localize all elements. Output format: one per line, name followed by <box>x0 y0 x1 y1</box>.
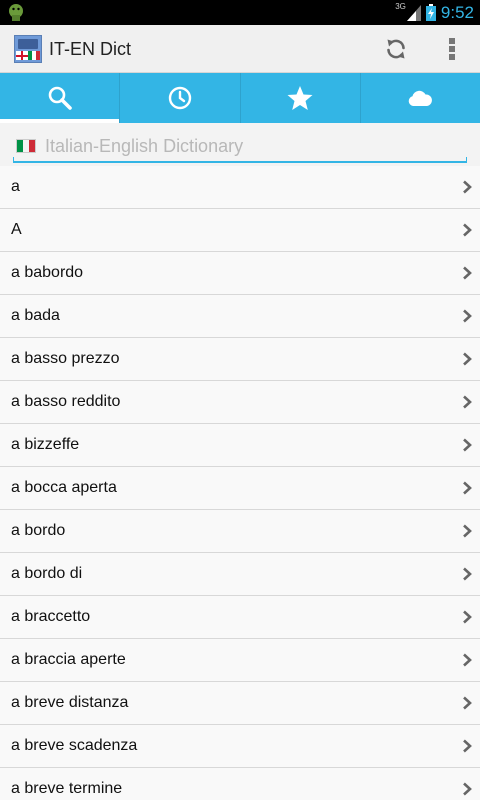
chevron-right-icon <box>463 395 472 409</box>
status-bar: 3G 9:52 <box>0 0 480 25</box>
tab-bar <box>0 73 480 123</box>
search-icon <box>48 86 72 110</box>
network-type-label: 3G <box>395 2 406 11</box>
list-item[interactable]: a bordo di <box>0 553 480 596</box>
search-input[interactable] <box>45 131 455 161</box>
list-item[interactable]: a <box>0 166 480 209</box>
chevron-right-icon <box>463 180 472 194</box>
chevron-right-icon <box>463 653 472 667</box>
overflow-menu-icon <box>449 38 455 60</box>
list-item[interactable]: a braccia aperte <box>0 639 480 682</box>
chevron-right-icon <box>463 739 472 753</box>
chevron-right-icon <box>463 567 472 581</box>
refresh-button[interactable] <box>380 33 412 65</box>
list-item[interactable]: a basso reddito <box>0 381 480 424</box>
action-bar: IT-EN Dict <box>0 25 480 73</box>
history-clock-icon <box>168 86 192 110</box>
chevron-right-icon <box>463 309 472 323</box>
word-label: a bizzeffe <box>11 436 80 453</box>
chevron-right-icon <box>463 696 472 710</box>
android-notification-icon <box>9 4 23 21</box>
clock-time: 9:52 <box>440 2 474 22</box>
cloud-icon <box>409 90 433 106</box>
tab-search[interactable] <box>0 73 121 123</box>
list-item[interactable]: a breve distanza <box>0 682 480 725</box>
overflow-menu-button[interactable] <box>440 33 464 65</box>
list-item[interactable]: a bizzeffe <box>0 424 480 467</box>
list-item[interactable]: a bordo <box>0 510 480 553</box>
word-label: a braccia aperte <box>11 651 126 668</box>
word-label: a bocca aperta <box>11 479 117 496</box>
chevron-right-icon <box>463 266 472 280</box>
tab-favorites[interactable] <box>241 73 361 123</box>
italy-flag-icon <box>16 139 36 153</box>
list-item[interactable]: a braccetto <box>0 596 480 639</box>
app-logo-icon[interactable] <box>14 35 42 63</box>
word-list: a A a babordo a bada a basso prezzo a ba… <box>0 166 480 800</box>
list-item[interactable]: a basso prezzo <box>0 338 480 381</box>
search-bar <box>0 123 480 166</box>
chevron-right-icon <box>463 352 472 366</box>
word-label: A <box>11 221 22 238</box>
tab-cloud[interactable] <box>361 73 480 123</box>
word-label: a <box>11 178 20 195</box>
chevron-right-icon <box>463 610 472 624</box>
list-item[interactable]: a babordo <box>0 252 480 295</box>
word-label: a breve scadenza <box>11 737 138 754</box>
signal-icon <box>406 4 421 21</box>
list-item[interactable]: a breve termine <box>0 768 480 800</box>
chevron-right-icon <box>463 782 472 796</box>
list-item[interactable]: a bocca aperta <box>0 467 480 510</box>
app-title: IT-EN Dict <box>49 39 132 59</box>
chevron-right-icon <box>463 481 472 495</box>
battery-charging-icon <box>425 4 436 21</box>
favorites-star-icon <box>287 86 313 110</box>
search-underline <box>13 157 467 163</box>
chevron-right-icon <box>463 524 472 538</box>
list-item[interactable]: a bada <box>0 295 480 338</box>
word-label: a bordo di <box>11 565 83 582</box>
refresh-icon <box>387 39 405 59</box>
status-icons: 3G 9:52 <box>395 0 474 25</box>
chevron-right-icon <box>463 223 472 237</box>
word-label: a bada <box>11 307 60 324</box>
list-item[interactable]: a breve scadenza <box>0 725 480 768</box>
word-label: a breve termine <box>11 780 123 797</box>
tab-history[interactable] <box>120 73 241 123</box>
word-label: a bordo <box>11 522 66 539</box>
list-item[interactable]: A <box>0 209 480 252</box>
word-label: a basso reddito <box>11 393 121 410</box>
word-label: a breve distanza <box>11 694 129 711</box>
word-label: a basso prezzo <box>11 350 120 367</box>
word-label: a braccetto <box>11 608 91 625</box>
word-label: a babordo <box>11 264 84 281</box>
chevron-right-icon <box>463 438 472 452</box>
